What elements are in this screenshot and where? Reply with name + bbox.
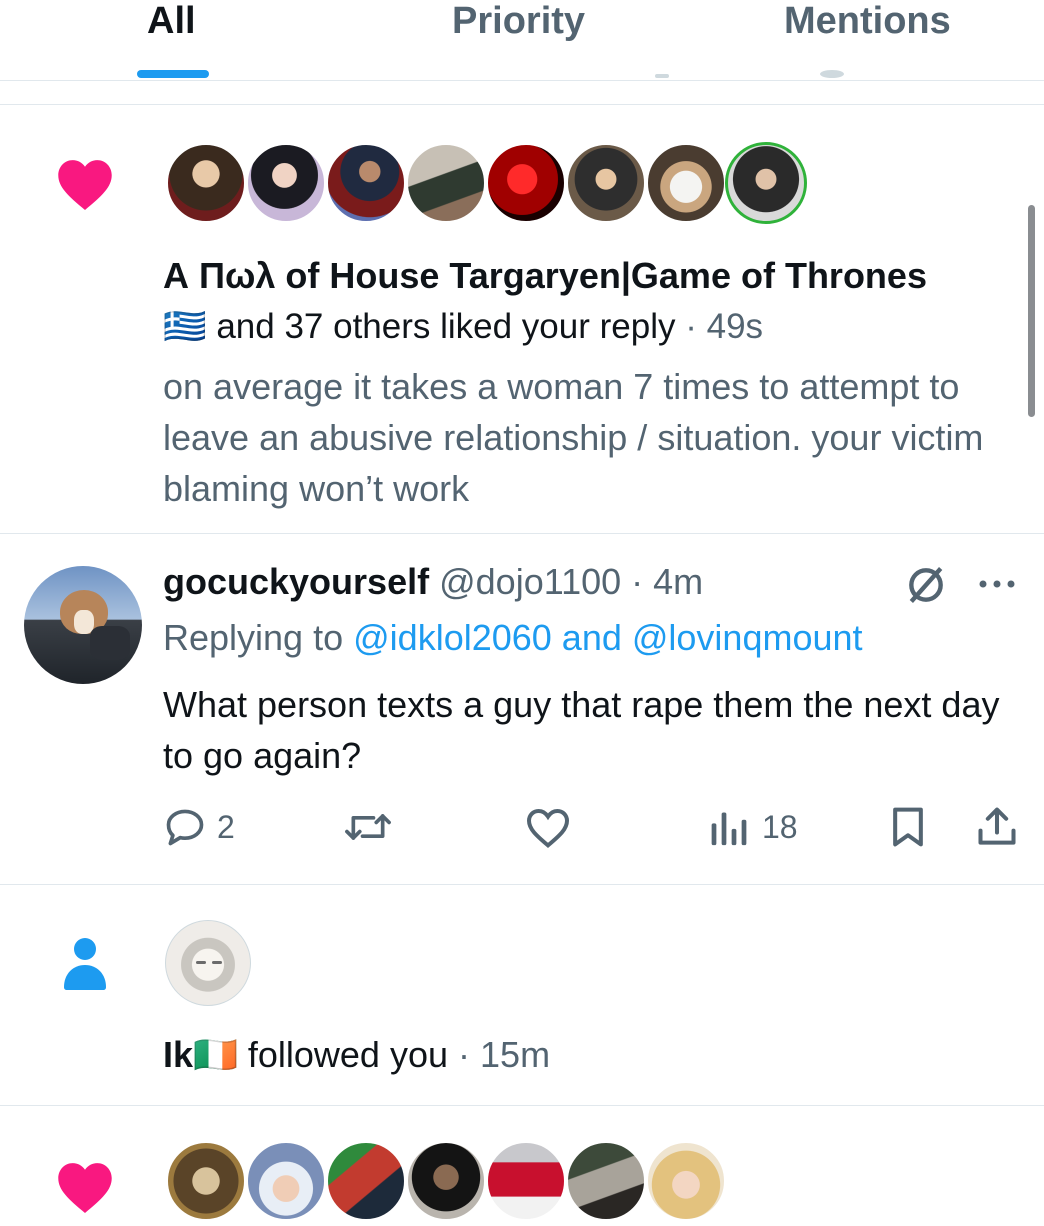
person-icon [62, 935, 108, 991]
follow-text: followed you [247, 1034, 449, 1075]
avatar[interactable] [485, 1140, 567, 1222]
reply-count: 2 [217, 808, 235, 845]
avatar[interactable] [165, 142, 247, 224]
heart-outline-icon [526, 808, 570, 849]
views-icon [711, 812, 747, 846]
replying-to: Replying to @idklol2060 and @lovinqmount [163, 617, 863, 659]
divider [0, 104, 1044, 105]
active-tab-indicator [137, 70, 209, 78]
heart-icon [54, 155, 116, 211]
bookmark-button[interactable] [888, 805, 928, 849]
like-summary-line: 🇬🇷 and 37 others liked your reply · 49s [163, 306, 763, 347]
avatar[interactable] [325, 1140, 407, 1222]
heart-icon [54, 1158, 116, 1214]
follower-name[interactable]: Ik [163, 1034, 193, 1075]
tab-all[interactable]: All [147, 0, 196, 43]
avatar[interactable] [565, 142, 647, 224]
avatar[interactable] [405, 142, 487, 224]
display-name[interactable]: gocuckyourself [163, 561, 429, 602]
notification-tabs: All Priority Mentions [0, 0, 1044, 81]
handle[interactable]: @dojo1100 [439, 561, 621, 602]
bookmark-icon [893, 807, 923, 847]
avatar[interactable] [485, 142, 567, 224]
retweet-icon [345, 814, 391, 840]
tweet-time[interactable]: · 4m [631, 561, 703, 602]
views-count: 18 [762, 808, 798, 845]
reply-button[interactable]: 2 [163, 805, 235, 849]
replying-to-users[interactable]: @idklol2060 and @lovinqmount [353, 617, 862, 658]
liked-reply-text: on average it takes a woman 7 times to a… [163, 366, 984, 509]
replying-prefix: Replying to [163, 617, 344, 658]
more-options-icon[interactable] [975, 570, 1019, 598]
liker-avatars [163, 1140, 743, 1226]
avatar[interactable] [565, 1140, 647, 1222]
follow-time: · 15m [458, 1034, 551, 1075]
tweet-header: gocuckyourself @dojo1100 · 4m [163, 561, 703, 603]
avatar[interactable] [245, 1140, 327, 1222]
avatar[interactable] [645, 1140, 727, 1222]
like-time: · 49s [685, 307, 764, 346]
like-summary: and 37 others liked your reply [216, 307, 676, 346]
divider [0, 884, 1044, 885]
share-button[interactable] [975, 805, 1019, 849]
share-icon [978, 807, 1016, 845]
avatar[interactable] [165, 1140, 247, 1222]
tweet-text: What person texts a guy that rape them t… [163, 684, 1000, 776]
avatar[interactable] [325, 142, 407, 224]
divider [0, 533, 1044, 534]
avatar[interactable] [405, 1140, 487, 1222]
views-button[interactable]: 18 [708, 805, 798, 849]
avatar[interactable] [645, 142, 727, 224]
follow-line: Ik🇮🇪 followed you · 15m [163, 1034, 550, 1076]
grok-icon[interactable] [904, 563, 948, 607]
like-button[interactable] [524, 805, 572, 849]
tab-priority[interactable]: Priority [452, 0, 585, 43]
avatar[interactable] [165, 920, 251, 1006]
avatar[interactable] [24, 566, 142, 684]
avatar[interactable] [245, 142, 327, 224]
divider [0, 1105, 1044, 1106]
flag-ireland: 🇮🇪 [193, 1034, 238, 1075]
tab-mentions[interactable]: Mentions [784, 0, 951, 43]
scroll-remnant [655, 74, 669, 78]
scrollbar[interactable] [1028, 205, 1035, 417]
avatar[interactable] [725, 142, 807, 224]
flag-greece: 🇬🇷 [163, 307, 207, 346]
retweet-button[interactable] [343, 805, 393, 849]
liker-name[interactable]: Α Πωλ of House Targaryen|Game of Thrones [163, 255, 927, 297]
scroll-remnant [820, 70, 844, 78]
reply-icon [166, 809, 204, 846]
liker-avatars [163, 142, 813, 228]
